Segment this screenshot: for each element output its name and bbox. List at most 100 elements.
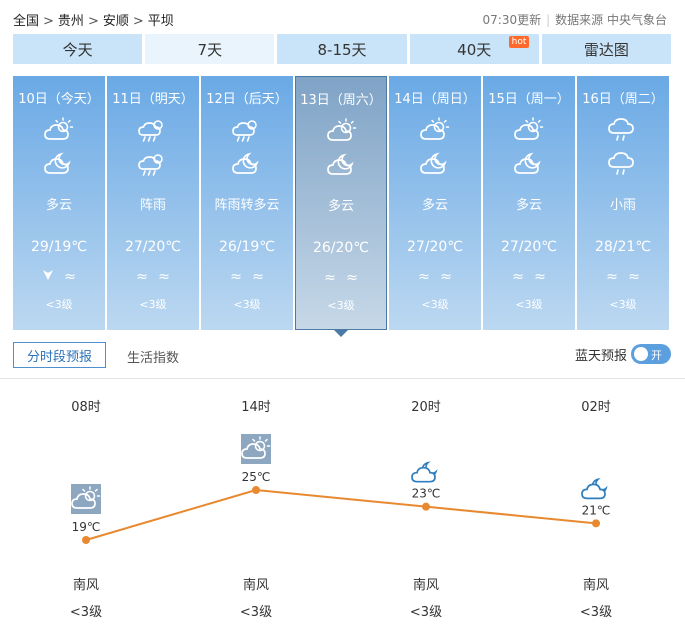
wind-icon: ≈ xyxy=(628,269,640,285)
data-source: 数据来源 中央气象台 xyxy=(555,13,667,27)
day-condition: 小雨 xyxy=(609,198,636,213)
blue-sky-toggle[interactable]: 开 xyxy=(631,344,671,364)
partly-cloudy-night-icon xyxy=(581,477,608,500)
temperature-label: 19℃ xyxy=(72,520,101,534)
partly-cloudy-day-icon xyxy=(512,116,546,144)
partly-cloudy-day-icon xyxy=(71,484,101,514)
day-wind: ≈ ≈ xyxy=(389,269,481,285)
partly-cloudy-night-icon xyxy=(411,461,438,483)
day-date: 12日（后天） xyxy=(206,92,288,107)
day-date: 15日（周一） xyxy=(488,92,570,107)
selected-caret xyxy=(334,330,348,337)
temperature-point xyxy=(82,536,90,544)
hourly-wind-level: <3级 xyxy=(239,605,273,620)
day-card[interactable]: 11日（明天） 阵雨 27/20℃ ≈ ≈ <3级 xyxy=(107,76,199,330)
day-card[interactable]: 10日（今天） 多云 29/19℃ ≈ <3级 xyxy=(13,76,105,330)
temperature-label: 25℃ xyxy=(242,470,271,484)
hourly-wind-direction: 南风 xyxy=(72,578,99,593)
partly-cloudy-day-icon xyxy=(418,116,452,144)
day-wind-level: <3级 xyxy=(139,298,167,311)
tab-label: 7天 xyxy=(197,40,223,59)
hot-badge: hot xyxy=(508,36,530,48)
day-wind: ≈ ≈ xyxy=(107,269,199,285)
wind-icon: ≈ xyxy=(346,270,358,286)
update-info: 07:30更新 | 数据来源 中央气象台 xyxy=(483,11,667,28)
top-bar: 全国 > 贵州 > 安顺 > 平坝 07:30更新 | 数据来源 中央气象台 xyxy=(0,0,685,34)
day-condition: 多云 xyxy=(515,198,542,213)
hourly-wind-level: <3级 xyxy=(579,605,613,620)
day-condition: 阵雨转多云 xyxy=(214,198,280,213)
day-date: 11日（明天） xyxy=(112,92,194,107)
day-temperature: 26/20℃ xyxy=(312,240,370,256)
day-temperature: 26/19℃ xyxy=(218,239,276,255)
hourly-forecast: 19℃ 25℃ 23℃ 21℃ 08时 南风 <3级 14时 南风 <3级 20时 南风 <3级 02时… xyxy=(0,380,685,643)
day-temperature: 27/20℃ xyxy=(500,239,558,255)
temperature-point xyxy=(592,519,600,528)
tab-40-days[interactable]: 40天 hot xyxy=(409,34,539,64)
hourly-time: 20时 xyxy=(411,400,441,415)
tab-8-15-days[interactable]: 8-15天 xyxy=(277,34,407,64)
shower-rain-icon xyxy=(136,116,170,144)
day-date: 14日（周日） xyxy=(394,92,476,107)
day-date: 13日（周六） xyxy=(300,93,382,108)
day-condition: 多云 xyxy=(327,199,354,214)
day-temperature: 28/21℃ xyxy=(594,239,652,255)
shower-rain-icon xyxy=(136,150,170,178)
temperature-label: 21℃ xyxy=(582,503,611,517)
breadcrumb-separator: > xyxy=(43,14,54,29)
temperature-point xyxy=(422,502,430,511)
section-divider xyxy=(0,378,685,379)
day-card[interactable]: 14日（周日） 多云 27/20℃ ≈ ≈ <3级 xyxy=(389,76,481,330)
day-card[interactable]: 15日（周一） 多云 27/20℃ ≈ ≈ <3级 xyxy=(483,76,575,330)
day-wind: ≈ ≈ xyxy=(201,269,293,285)
hourly-wind-level: <3级 xyxy=(69,605,103,620)
breadcrumb-item-province[interactable]: 贵州 xyxy=(58,14,84,29)
tab-hourly-forecast[interactable]: 分时段预报 xyxy=(13,342,106,368)
wind-icon: ≈ xyxy=(64,269,76,285)
day-temperature: 29/19℃ xyxy=(30,239,88,255)
day-wind-level: <3级 xyxy=(609,298,637,311)
blue-sky-forecast-label: 蓝天预报 xyxy=(574,349,627,364)
wind-icon: ≈ xyxy=(158,269,170,285)
day-condition: 阵雨 xyxy=(139,198,166,213)
wind-icon: ≈ xyxy=(512,269,524,285)
wind-icon: ≈ xyxy=(230,269,242,285)
hourly-wind-direction: 南风 xyxy=(412,578,439,593)
breadcrumb-item-country[interactable]: 全国 xyxy=(13,14,39,29)
divider: | xyxy=(546,13,551,27)
wind-icon: ≈ xyxy=(324,270,336,286)
breadcrumb-item-city[interactable]: 安顺 xyxy=(103,14,129,29)
breadcrumb-separator: > xyxy=(132,14,144,29)
day-date: 10日（今天） xyxy=(18,92,100,107)
day-wind: ≈ ≈ xyxy=(483,269,575,285)
tab-label: 今天 xyxy=(62,40,93,59)
tab-life-index[interactable]: 生活指数 xyxy=(127,347,179,366)
sub-tabs: 分时段预报 生活指数 蓝天预报 开 xyxy=(13,342,671,368)
hourly-time: 02时 xyxy=(581,400,611,415)
wind-icon: ≈ xyxy=(440,269,452,285)
day-card[interactable]: 16日（周二） 小雨 28/21℃ ≈ ≈ <3级 xyxy=(577,76,669,330)
partly-cloudy-day-icon xyxy=(325,117,359,145)
wind-icon: ≈ xyxy=(534,269,546,285)
wind-icon: ≈ xyxy=(252,269,264,285)
wind-icon: ≈ xyxy=(136,269,148,285)
day-wind-level: <3级 xyxy=(45,298,73,311)
partly-cloudy-night-icon xyxy=(325,151,359,179)
tab-today[interactable]: 今天 xyxy=(13,34,143,64)
tab-radar[interactable]: 雷达图 xyxy=(541,34,672,64)
hourly-time: 14时 xyxy=(241,400,271,415)
hourly-wind-level: <3级 xyxy=(409,605,443,620)
day-wind: ≈ ≈ xyxy=(577,269,669,285)
update-time: 07:30更新 xyxy=(482,13,542,27)
day-card[interactable]: 12日（后天） 阵雨转多云 26/19℃ ≈ ≈ <3级 xyxy=(201,76,293,330)
day-wind-level: <3级 xyxy=(421,298,449,311)
tab-label: 40天 xyxy=(457,40,492,59)
temperature-label: 23℃ xyxy=(412,487,441,501)
day-card[interactable]: 13日（周六） 多云 26/20℃ ≈ ≈ <3级 xyxy=(295,76,387,337)
tab-7-days[interactable]: 7天 xyxy=(145,34,275,64)
daily-forecast: 10日（今天） 多云 29/19℃ ≈ <3级 11日（明天） 阵雨 27/20℃ ≈ ≈ <3级 1… xyxy=(13,76,671,337)
temperature-point xyxy=(252,486,260,495)
day-temperature: 27/20℃ xyxy=(124,239,182,255)
partly-cloudy-night-icon xyxy=(418,150,452,178)
day-condition: 多云 xyxy=(45,198,72,213)
